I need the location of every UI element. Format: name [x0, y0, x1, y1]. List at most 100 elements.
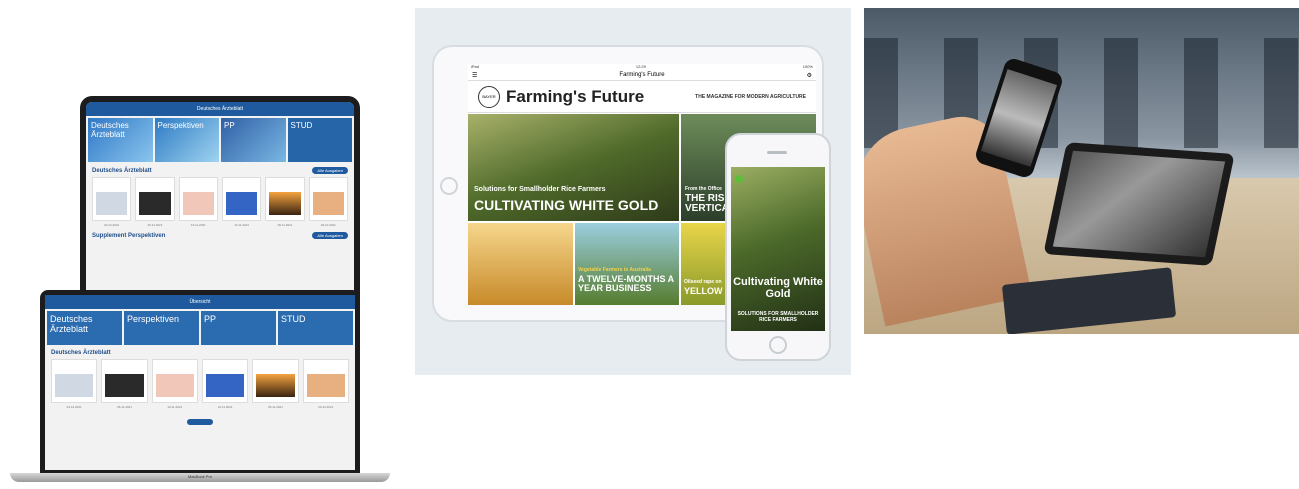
status-carrier: iPad [471, 64, 480, 69]
section-header: Deutsches Ärzteblatt [45, 347, 355, 359]
bayer-dot-icon [735, 175, 743, 183]
issue-cover[interactable] [101, 359, 148, 403]
status-time: 12:29 [635, 64, 646, 69]
issue-date: 12.11.2021 [217, 405, 233, 409]
settings-icon[interactable]: ⚙ [807, 72, 812, 79]
tablet-screen: Deutsches Ärzteblatt Deutsches Ärzteblat… [86, 102, 354, 302]
magazine-title: Farming's Future [506, 86, 645, 106]
load-more-button[interactable] [187, 419, 213, 425]
issue-cover[interactable] [252, 359, 299, 403]
hero-card-title: PP [204, 314, 217, 324]
cover-list [45, 359, 355, 403]
hero-card[interactable]: Deutsches Ärzteblatt [88, 118, 153, 162]
laptop-hero-row: Deutsches Ärzteblatt Perspektiven PP STU… [47, 311, 353, 345]
article-kicker: Oilseed rape on [684, 279, 722, 285]
issue-cover[interactable] [151, 359, 198, 403]
panel-devices-aerzteblatt: Deutsches Ärzteblatt Deutsches Ärzteblat… [0, 0, 400, 489]
section-title: Supplement Perspektiven [92, 232, 166, 239]
issue-dates: 03.12.2021 26.11.2021 19.11.2021 12.11.2… [86, 221, 354, 229]
issue-date: 29.10.2021 [318, 405, 334, 409]
issue-cover[interactable] [51, 359, 98, 403]
laptop-topbar: Übersicht [45, 295, 355, 309]
ipad-home-button [440, 177, 458, 195]
tablet-hero-row: Deutsches Ärzteblatt Perspektiven PP STU… [88, 118, 352, 162]
section-header: Supplement Perspektiven Alle Ausgaben [86, 229, 354, 242]
tablet-topbar-title: Deutsches Ärzteblatt [196, 106, 244, 112]
article-tile-main[interactable]: Solutions for Smallholder Rice Farmers C… [468, 114, 679, 221]
article-headline: CULTIVATING WHITE GOLD [474, 197, 659, 213]
iphone-home-button [769, 336, 787, 354]
hero-card[interactable]: STUD [278, 311, 353, 345]
hero-card-title: Perspektiven [157, 121, 204, 130]
hero-card[interactable]: Perspektiven [154, 118, 219, 162]
section-header: Deutsches Ärzteblatt Alle Ausgaben [86, 164, 354, 177]
iphone-headline: Cultivating White Gold [733, 276, 823, 300]
laptop-topbar-title: Übersicht [189, 299, 211, 305]
menu-icon[interactable]: ☰ [472, 72, 477, 79]
panel-photo-devices [864, 8, 1299, 334]
iphone-subtitle: SOLUTIONS FOR SMALLHOLDER RICE FARMERS [737, 311, 819, 323]
article-headline: A TWELVE-MONTHS A YEAR BUSINESS [578, 274, 674, 293]
bayer-logo-text: BAYER [482, 94, 496, 99]
issue-date: 05.11.2021 [268, 405, 283, 409]
bayer-logo: BAYER [478, 85, 500, 108]
tablet-photo-screen [1052, 150, 1226, 258]
issue-date: 26.11.2021 [147, 223, 163, 227]
all-issues-button[interactable]: Alle Ausgaben [312, 232, 348, 239]
issue-cover[interactable] [265, 177, 305, 221]
iphone-device: Cultivating White Gold SOLUTIONS FOR SMA… [725, 133, 831, 361]
nav-title: Farming's Future [619, 72, 665, 78]
issue-date: 26.11.2021 [117, 405, 132, 409]
iphone-speaker [767, 151, 787, 154]
hero-card[interactable]: Perspektiven [124, 311, 199, 345]
issue-cover[interactable] [201, 359, 249, 403]
hero-card-title: PP [224, 121, 235, 130]
issue-cover[interactable] [178, 177, 218, 221]
tablet-topbar: Deutsches Ärzteblatt [86, 102, 354, 116]
hero-card-title: Perspektiven [127, 314, 180, 324]
hero-card[interactable]: Deutsches Ärzteblatt [47, 311, 122, 345]
hero-card-title: Deutsches Ärzteblatt [91, 121, 129, 139]
tablet-photo [1043, 142, 1235, 266]
hero-card-title: STUD [281, 314, 306, 324]
issue-cover[interactable] [221, 177, 262, 221]
issue-cover[interactable] [92, 177, 132, 221]
laptop-lid: Übersicht Deutsches Ärzteblatt Perspekti… [40, 290, 360, 475]
issue-cover[interactable] [302, 359, 349, 403]
issue-cover[interactable] [135, 177, 175, 221]
issue-date: 19.11.2021 [190, 223, 206, 227]
magazine-tagline: THE MAGAZINE FOR MODERN AGRICULTURE [695, 93, 806, 100]
article-kicker: From the Office [685, 186, 722, 192]
article-kicker: Solutions for Smallholder Rice Farmers [474, 186, 606, 193]
issue-date: 12.11.2021 [234, 223, 250, 227]
issue-date: 03.12.2021 [66, 405, 82, 409]
laptop-screen: Übersicht Deutsches Ärzteblatt Perspekti… [45, 295, 355, 470]
panel-devices-farmings-future: iPad 12:29 100% ☰ Farming's Future ⚙ BAY… [415, 8, 851, 375]
laptop-device: Übersicht Deutsches Ärzteblatt Perspekti… [10, 290, 390, 482]
section-title: Deutsches Ärzteblatt [92, 167, 152, 174]
hero-card-title: Deutsches Ärzteblatt [50, 314, 93, 334]
laptop-brand-label: MacBook Pro [187, 474, 212, 479]
article-headline: YELLOW [684, 286, 723, 296]
hero-card-title: STUD [290, 121, 313, 130]
hero-card[interactable]: PP [221, 118, 286, 162]
issue-dates: 03.12.2021 26.11.2021 19.11.2021 12.11.2… [45, 403, 355, 411]
article-tile[interactable] [468, 223, 573, 305]
issue-date: 29.10.2021 [320, 223, 336, 227]
tablet-device: Deutsches Ärzteblatt Deutsches Ärzteblat… [80, 96, 360, 308]
article-kicker: Vegetable Farmers in Australia [578, 267, 651, 273]
cover-list [86, 177, 354, 221]
issue-cover[interactable] [308, 177, 348, 221]
article-tile[interactable]: Vegetable Farmers in Australia A TWELVE-… [575, 223, 679, 305]
section-title: Deutsches Ärzteblatt [51, 350, 111, 356]
status-battery: 100% [802, 64, 813, 69]
issue-date: 05.11.2021 [277, 223, 293, 227]
hero-card[interactable]: PP [201, 311, 276, 345]
all-issues-button[interactable]: Alle Ausgaben [312, 167, 348, 174]
magazine-masthead: BAYER Farming's Future THE MAGAZINE FOR … [468, 81, 816, 113]
issue-date: 19.11.2021 [167, 405, 183, 409]
hero-card[interactable]: STUD [287, 118, 352, 162]
iphone-screen[interactable]: Cultivating White Gold SOLUTIONS FOR SMA… [731, 167, 825, 331]
ipad-navbar: ☰ Farming's Future ⚙ [468, 70, 816, 81]
issue-date: 03.12.2021 [104, 223, 120, 227]
